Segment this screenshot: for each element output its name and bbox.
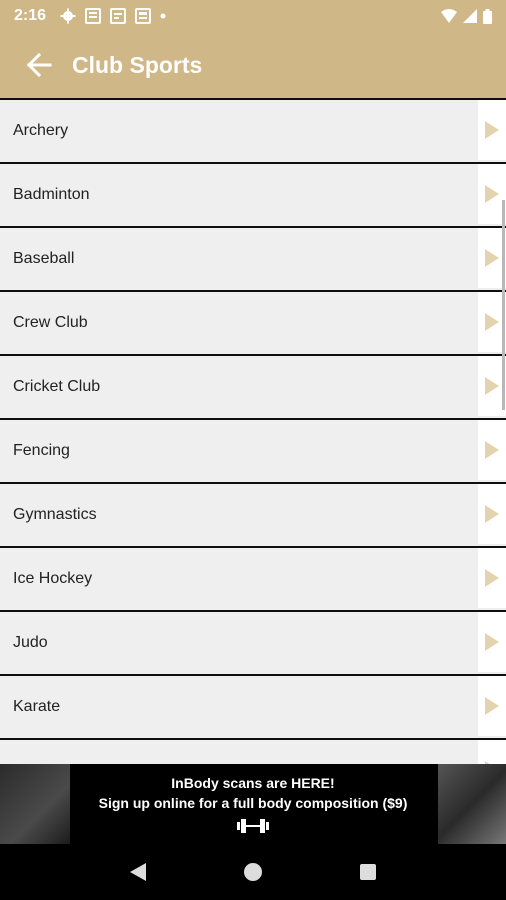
banner-image-right — [438, 764, 506, 844]
list-item-partial[interactable] — [0, 738, 506, 764]
club-sports-list: Archery Badminton Baseball Crew Club Cri… — [0, 98, 506, 764]
settings-gear-icon — [60, 8, 76, 24]
list-item-label: Cricket Club — [13, 378, 101, 395]
list-item-label: Crew Club — [13, 314, 88, 331]
list-item-gymnastics[interactable]: Gymnastics — [0, 482, 506, 546]
list-item-judo[interactable]: Judo — [0, 610, 506, 674]
banner-subtext: Sign up online for a full body compositi… — [98, 795, 408, 811]
list-item-label: Fencing — [13, 442, 70, 459]
list-item-label: Baseball — [13, 250, 75, 267]
list-item-baseball[interactable]: Baseball — [0, 226, 506, 290]
wifi-icon — [441, 9, 457, 23]
list-item-archery[interactable]: Archery — [0, 98, 506, 162]
chevron-right-icon — [478, 420, 506, 480]
chevron-right-icon — [478, 548, 506, 608]
system-nav-bar — [0, 844, 506, 900]
chevron-right-icon — [478, 100, 506, 160]
page-title: Club Sports — [72, 51, 203, 78]
notification-icon — [135, 8, 152, 24]
nav-recents-icon[interactable] — [356, 860, 380, 884]
notification-icon — [85, 8, 102, 24]
banner-headline: InBody scans are HERE! — [171, 775, 335, 791]
list-item-ice-hockey[interactable]: Ice Hockey — [0, 546, 506, 610]
list-item-crew-club[interactable]: Crew Club — [0, 290, 506, 354]
status-bar: 2:16 — [0, 0, 506, 32]
list-item-label: Archery — [13, 122, 69, 139]
list-item-karate[interactable]: Karate — [0, 674, 506, 738]
dot-icon — [160, 13, 166, 19]
chevron-right-icon — [478, 612, 506, 672]
list-item-label: Badminton — [13, 186, 90, 203]
list-item-label: Karate — [13, 698, 61, 715]
status-time: 2:16 — [14, 7, 47, 24]
nav-back-icon[interactable] — [126, 860, 150, 884]
list-item-label: Ice Hockey — [13, 570, 93, 587]
chevron-right-icon — [478, 676, 506, 736]
list-item-badminton[interactable]: Badminton — [0, 162, 506, 226]
list-item-cricket-club[interactable]: Cricket Club — [0, 354, 506, 418]
banner-text: InBody scans are HERE! Sign up online fo… — [98, 773, 408, 835]
list-item-fencing[interactable]: Fencing — [0, 418, 506, 482]
banner-image-left — [0, 764, 70, 844]
app-bar: Club Sports — [0, 32, 506, 98]
promo-banner[interactable]: InBody scans are HERE! Sign up online fo… — [0, 764, 506, 844]
nav-home-icon[interactable] — [241, 860, 265, 884]
scrollbar[interactable] — [502, 200, 505, 410]
signal-icon — [463, 9, 477, 23]
chevron-right-icon — [478, 740, 506, 764]
list-item-label: Judo — [13, 634, 48, 651]
notification-icon — [110, 8, 127, 24]
back-arrow-icon[interactable] — [24, 50, 54, 80]
dumbbell-icon — [237, 819, 269, 833]
list-item-label: Gymnastics — [13, 506, 97, 523]
battery-icon — [483, 8, 492, 24]
chevron-right-icon — [478, 484, 506, 544]
